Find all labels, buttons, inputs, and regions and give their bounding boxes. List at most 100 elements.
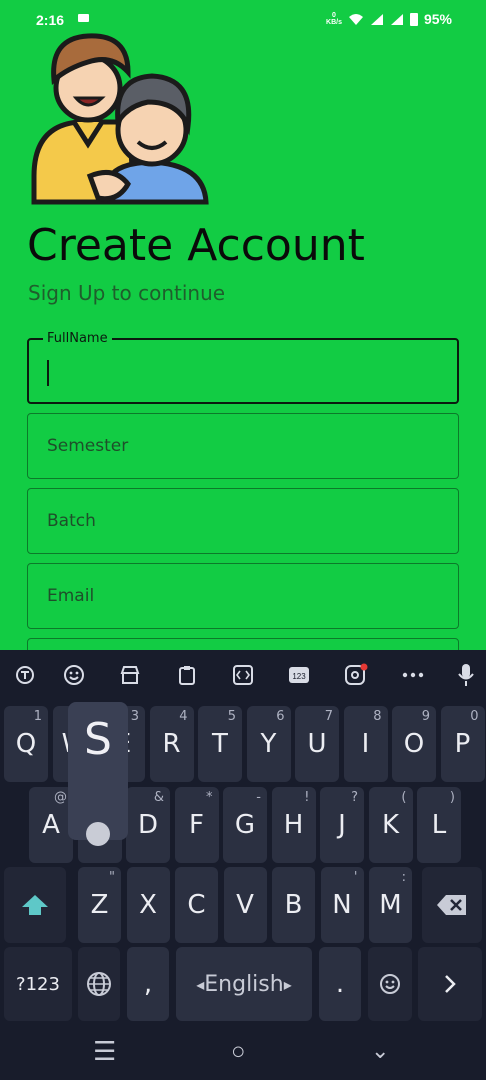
key-hint: : [401, 870, 406, 885]
semester-placeholder: Semester [47, 436, 129, 456]
key-hint: ' [353, 870, 358, 885]
key-label: V [236, 890, 254, 920]
key-label: H [283, 810, 304, 840]
fullname-field[interactable]: FullName [27, 331, 459, 404]
key-x[interactable]: X [126, 867, 170, 943]
key-label: L [431, 810, 447, 840]
mic-icon[interactable] [453, 662, 479, 688]
battery-percent: 95% [423, 11, 452, 27]
key-hint: ( [401, 790, 407, 805]
key-i[interactable]: I8 [343, 706, 388, 782]
key-k[interactable]: K( [368, 787, 413, 863]
shift-key[interactable] [4, 867, 66, 943]
email-placeholder: Email [47, 586, 95, 606]
space-right-arrow-icon: ▸ [283, 974, 292, 994]
key-hint: ) [449, 790, 455, 805]
key-z[interactable]: Z " [78, 867, 121, 943]
key-hint: 8 [373, 709, 382, 724]
key-c[interactable]: C [175, 867, 218, 943]
key-p[interactable]: P0 [440, 706, 485, 782]
recording-icon [78, 14, 89, 22]
emoji-key[interactable] [368, 947, 412, 1021]
key-label: N [332, 890, 352, 920]
key-label: X [139, 890, 157, 920]
symbols-key[interactable]: ?123 [4, 947, 72, 1021]
key-b[interactable]: B [272, 867, 315, 943]
key-hint: & [153, 790, 164, 805]
key-hint: 6 [276, 709, 285, 724]
key-preview-popup: S [68, 702, 128, 846]
batch-field[interactable]: Batch [27, 488, 459, 554]
key-hint: 1 [33, 709, 42, 724]
key-a[interactable]: A @ [29, 787, 73, 863]
text-edit-icon[interactable] [230, 662, 256, 688]
key-q[interactable]: Q1 [4, 706, 48, 782]
navigation-bar: ☰ ○ ⌄ [0, 1022, 486, 1080]
key-hint: ! [304, 790, 310, 805]
key-label: B [284, 890, 303, 920]
key-v[interactable]: V [223, 867, 267, 943]
key-label: Z [90, 890, 109, 920]
key-label: Q [15, 729, 37, 759]
signal-icon [370, 13, 383, 25]
batch-placeholder: Batch [47, 511, 96, 531]
key-h[interactable]: H! [271, 787, 316, 863]
app-screen: 2:16 0 KB/s 95% Create Account Sign Up t… [0, 0, 486, 650]
key-hint: ? [351, 790, 358, 805]
key-label: Y [260, 729, 277, 759]
key-g[interactable]: G- [223, 787, 267, 863]
key-label: T [212, 729, 228, 759]
comma-key[interactable]: , [127, 947, 169, 1021]
key-f[interactable]: F * [174, 787, 219, 863]
numpad-icon[interactable]: 123 [286, 662, 312, 688]
key-hint: 3 [130, 709, 139, 724]
keyboard-toolbar: 123 [0, 650, 486, 700]
space-key[interactable]: ◂ English ▸ [176, 947, 312, 1021]
key-label: K [381, 810, 400, 840]
more-icon[interactable] [400, 662, 426, 688]
key-label: G [234, 810, 256, 840]
translate-icon[interactable] [12, 662, 38, 688]
key-l[interactable]: L) [417, 787, 461, 863]
key-hint: - [256, 790, 261, 805]
key-hint: @ [54, 790, 67, 805]
backspace-key[interactable] [422, 867, 482, 943]
key-t[interactable]: T5 [198, 706, 242, 782]
enter-key[interactable] [418, 947, 482, 1021]
next-field[interactable] [27, 638, 459, 650]
back-down-icon[interactable]: ⌄ [371, 1038, 389, 1064]
key-m[interactable]: M: [369, 867, 412, 943]
key-hint: 9 [421, 709, 430, 724]
key-label: U [307, 729, 327, 759]
email-field[interactable]: Email [27, 563, 459, 629]
key-hint: * [206, 790, 213, 805]
key-o[interactable]: O9 [392, 706, 436, 782]
assistant-icon[interactable] [343, 662, 369, 688]
store-icon[interactable] [117, 662, 143, 688]
period-key[interactable]: . [319, 947, 361, 1021]
emoji-icon[interactable] [61, 662, 87, 688]
clipboard-icon[interactable] [174, 662, 200, 688]
key-n[interactable]: N ' [320, 867, 364, 943]
key-label: R [162, 729, 181, 759]
key-y[interactable]: Y6 [246, 706, 291, 782]
key-u[interactable]: U7 [295, 706, 339, 782]
semester-field[interactable]: Semester [27, 413, 459, 479]
recent-apps-icon[interactable]: ☰ [93, 1036, 116, 1067]
key-hint: " [109, 870, 115, 885]
globe-key[interactable] [78, 947, 120, 1021]
key-label: P [454, 729, 471, 759]
touch-indicator [86, 822, 110, 846]
key-hint: 4 [179, 709, 188, 724]
key-label: A [42, 810, 60, 840]
key-label: C [187, 890, 206, 920]
home-icon[interactable]: ○ [231, 1038, 246, 1066]
signal-icon-2 [390, 13, 403, 25]
key-d[interactable]: D & [126, 787, 170, 863]
key-r[interactable]: R4 [149, 706, 194, 782]
key-label: D [137, 810, 159, 840]
friends-illustration [31, 33, 209, 205]
net-speed: 0 KB/s [326, 12, 342, 26]
key-j[interactable]: J? [320, 787, 364, 863]
battery-icon [409, 13, 418, 26]
